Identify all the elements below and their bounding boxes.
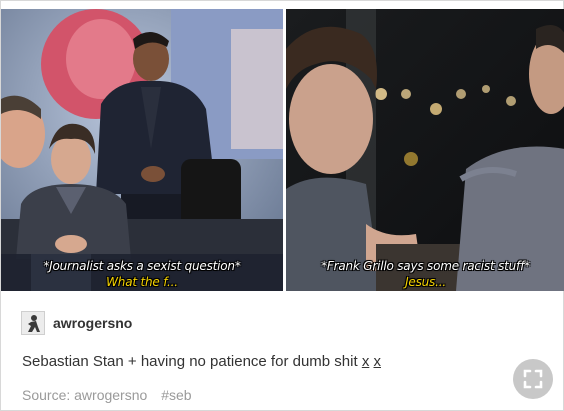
post-card: *Journalist asks a sexist question* What… xyxy=(0,0,564,411)
post-body-text: Sebastian Stan + having no patience for … xyxy=(22,353,362,370)
right-gif-image xyxy=(286,9,564,291)
left-caption-line1: *Journalist asks a sexist question* xyxy=(43,259,241,273)
post-source-line: Source: awrogersno #seb xyxy=(22,387,202,403)
expand-icon xyxy=(523,369,543,389)
left-gif[interactable]: *Journalist asks a sexist question* What… xyxy=(1,9,283,291)
avatar[interactable] xyxy=(21,311,45,335)
expand-button[interactable] xyxy=(513,359,553,399)
post-link-2[interactable]: x xyxy=(373,353,381,370)
post-author: awrogersno xyxy=(21,309,132,337)
post-body: Sebastian Stan + having no patience for … xyxy=(22,353,381,370)
left-caption-line2: What the f... xyxy=(106,275,178,289)
right-gif[interactable]: *Frank Grillo says some racist stuff* Je… xyxy=(286,9,564,291)
source-link[interactable]: Source: awrogersno xyxy=(22,387,147,403)
right-caption-line2: Jesus... xyxy=(405,275,446,289)
left-gif-image xyxy=(1,9,283,291)
avatar-image xyxy=(22,312,44,334)
gif-row: *Journalist asks a sexist question* What… xyxy=(1,9,564,291)
right-caption-line1: *Frank Grillo says some racist stuff* xyxy=(321,259,530,273)
tag-link[interactable]: #seb xyxy=(161,387,191,403)
post-link-1[interactable]: x xyxy=(362,353,370,370)
username-link[interactable]: awrogersno xyxy=(53,315,132,331)
